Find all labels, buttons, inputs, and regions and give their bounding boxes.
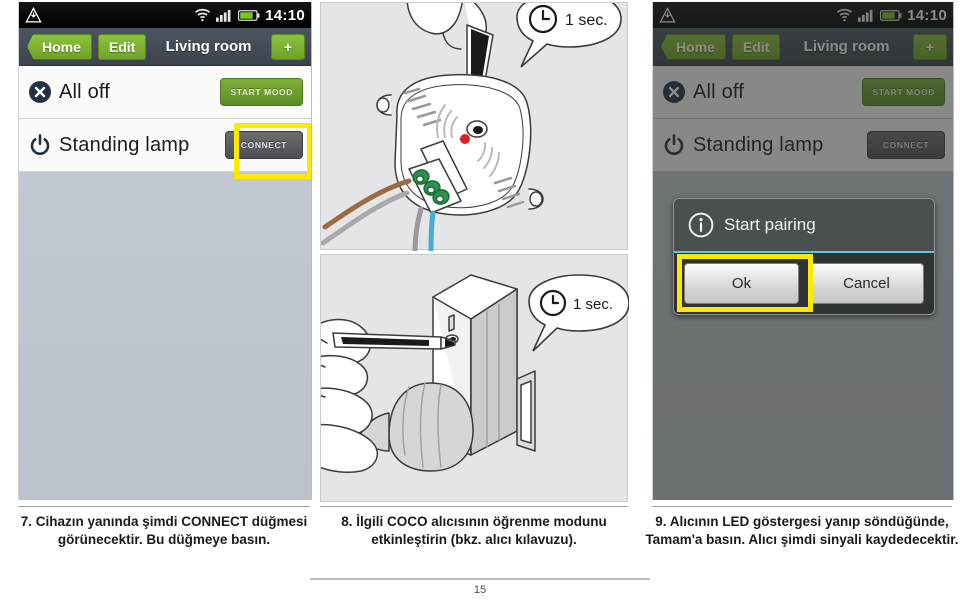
plug-in-receiver-illustration: 1 sec. — [320, 254, 629, 502]
list-item-label: All off — [59, 80, 111, 103]
list-item-label: Standing lamp — [59, 133, 190, 156]
page-number: 15 — [473, 584, 487, 596]
phone-screen-2: 14:10 Home Edit Living room + All off ST… — [652, 2, 954, 500]
caption-step-8: 8. İlgili COCO alıcısının öğrenme modunu… — [341, 514, 607, 547]
dialog-header: Start pairing — [674, 199, 934, 253]
caption-rule — [652, 506, 952, 507]
phone-screen-1: 14:10 Home Edit Living room + All off ST… — [18, 2, 312, 500]
home-button[interactable]: Home — [27, 33, 92, 60]
panel-step-8: 1 sec. 1 sec. 8. İlgili COCO alıcısının … — [320, 0, 630, 611]
wifi-icon — [194, 8, 211, 22]
footer-rule — [310, 578, 650, 580]
svg-text:1 sec.: 1 sec. — [565, 12, 608, 29]
status-bar-time: 14:10 — [265, 6, 305, 24]
cancel-button[interactable]: Cancel — [809, 263, 924, 304]
panel-step-9: 14:10 Home Edit Living room + All off ST… — [640, 0, 960, 611]
close-circle-icon — [27, 79, 53, 105]
speech-bubble-1-sec: 1 sec. — [516, 3, 622, 68]
caption-step-7: 7. Cihazın yanında şimdi CONNECT düğmesi… — [20, 514, 308, 547]
warning-triangle-icon — [25, 6, 42, 24]
add-button[interactable]: + — [270, 33, 305, 60]
speech-bubble-1-sec: 1 sec. — [528, 274, 629, 352]
empty-list-area — [19, 172, 311, 500]
caption-rule — [320, 506, 628, 507]
action-bar-1: Home Edit Living room + — [19, 28, 311, 66]
power-icon — [27, 132, 53, 158]
panel-step-7: 14:10 Home Edit Living room + All off ST… — [0, 0, 312, 611]
caption-rule — [18, 506, 310, 507]
built-in-receiver-module-illustration: 1 sec. — [320, 2, 628, 251]
status-bar-1: 14:10 — [19, 2, 311, 28]
info-icon — [688, 212, 714, 238]
connect-button-highlight — [234, 123, 311, 179]
signal-bars-icon — [216, 8, 233, 22]
start-mood-button[interactable]: START MOOD — [220, 77, 303, 107]
ok-button-highlight — [677, 254, 813, 312]
manual-page: 14:10 Home Edit Living room + All off ST… — [0, 0, 960, 611]
action-bar-title: Living room — [165, 38, 252, 55]
edit-button[interactable]: Edit — [97, 33, 147, 60]
svg-text:1 sec.: 1 sec. — [573, 296, 613, 313]
list-item-all-off[interactable]: All off START MOOD — [19, 66, 311, 119]
dialog-title: Start pairing — [724, 215, 816, 234]
caption-step-9: 9. Alıcının LED göstergesi yanıp söndüğü… — [645, 514, 959, 547]
battery-icon — [238, 9, 260, 22]
